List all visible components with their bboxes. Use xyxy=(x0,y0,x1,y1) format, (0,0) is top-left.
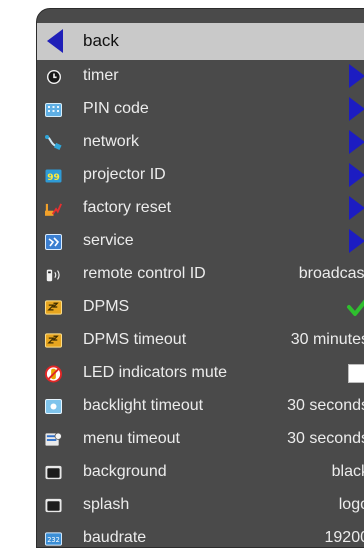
menu-header: back xyxy=(37,23,364,60)
menu-item-value: logo xyxy=(338,496,364,513)
submenu-arrow-icon[interactable] xyxy=(349,163,364,187)
clock-icon xyxy=(45,68,62,85)
menu-item-timer[interactable]: timer xyxy=(37,60,364,93)
menu-item-label: backlight timeout xyxy=(83,397,204,414)
menu-item-label: network xyxy=(83,133,140,150)
submenu-arrow-icon[interactable] xyxy=(349,196,364,220)
menu-item-pin-code[interactable]: PIN code xyxy=(37,93,364,126)
menu-item-label: remote control ID xyxy=(83,265,206,282)
menu-item-dpms[interactable]: DPMS xyxy=(37,291,364,324)
checkmark-icon[interactable] xyxy=(347,296,364,323)
dpms-icon xyxy=(45,299,62,316)
svg-text:232: 232 xyxy=(47,535,60,543)
keypad-icon xyxy=(45,101,62,118)
menu-item-value: broadcast xyxy=(298,265,364,282)
menu-item-value: 30 minutes xyxy=(290,331,364,348)
menu-item-service[interactable]: service xyxy=(37,225,364,258)
service-icon xyxy=(45,233,62,250)
menu-item-label: service xyxy=(83,232,134,249)
menu-item-remote-control-id[interactable]: remote control ID broadcast xyxy=(37,258,364,291)
menu-timeout-icon xyxy=(45,431,62,448)
menu-item-label: menu timeout xyxy=(83,430,180,447)
svg-text:99: 99 xyxy=(47,173,60,183)
remote-control-icon xyxy=(45,266,62,283)
menu-item-value: 19200 xyxy=(324,529,364,546)
back-arrow-icon[interactable] xyxy=(47,29,63,53)
back-button[interactable]: back xyxy=(83,31,119,51)
factory-icon xyxy=(45,200,62,217)
network-cable-icon xyxy=(45,134,62,151)
menu-item-label: factory reset xyxy=(83,199,172,216)
backlight-icon xyxy=(45,398,62,415)
menu-item-value: 30 seconds xyxy=(287,397,364,414)
menu-item-label: background xyxy=(83,463,167,480)
splash-icon xyxy=(45,497,62,514)
menu-item-projector-id[interactable]: 99 projector ID xyxy=(37,159,364,192)
id-badge-icon: 99 xyxy=(45,167,62,184)
dpms-icon xyxy=(45,332,62,349)
menu-item-label: splash xyxy=(83,496,130,513)
menu-item-backlight-timeout[interactable]: backlight timeout 30 seconds xyxy=(37,390,364,423)
menu-item-value: 30 seconds xyxy=(287,430,364,447)
menu-item-factory-reset[interactable]: factory reset xyxy=(37,192,364,225)
menu-item-label: DPMS xyxy=(83,298,130,315)
menu-item-label: projector ID xyxy=(83,166,166,183)
checkbox[interactable] xyxy=(348,364,364,383)
settings-list: timer PIN code network 99 projector ID f… xyxy=(37,60,364,547)
baudrate-icon: 232 xyxy=(45,530,62,547)
menu-item-label: DPMS timeout xyxy=(83,331,187,348)
submenu-arrow-icon[interactable] xyxy=(349,64,364,88)
submenu-arrow-icon[interactable] xyxy=(349,130,364,154)
menu-item-background[interactable]: background black xyxy=(37,456,364,489)
menu-item-label: timer xyxy=(83,67,119,84)
menu-item-led-indicators-mute[interactable]: LED indicators mute xyxy=(37,357,364,390)
menu-item-network[interactable]: network xyxy=(37,126,364,159)
settings-menu-panel: back timer PIN code network 99 projector… xyxy=(36,8,364,548)
menu-item-label: baudrate xyxy=(83,529,147,546)
menu-item-baudrate[interactable]: 232 baudrate 19200 xyxy=(37,522,364,547)
led-mute-icon xyxy=(45,365,62,382)
menu-item-label: PIN code xyxy=(83,100,149,117)
menu-item-dpms-timeout[interactable]: DPMS timeout 30 minutes xyxy=(37,324,364,357)
menu-item-menu-timeout[interactable]: menu timeout 30 seconds xyxy=(37,423,364,456)
submenu-arrow-icon[interactable] xyxy=(349,229,364,253)
submenu-arrow-icon[interactable] xyxy=(349,97,364,121)
menu-item-label: LED indicators mute xyxy=(83,364,228,381)
background-icon xyxy=(45,464,62,481)
menu-item-value: black xyxy=(331,463,364,480)
menu-item-splash[interactable]: splash logo xyxy=(37,489,364,522)
